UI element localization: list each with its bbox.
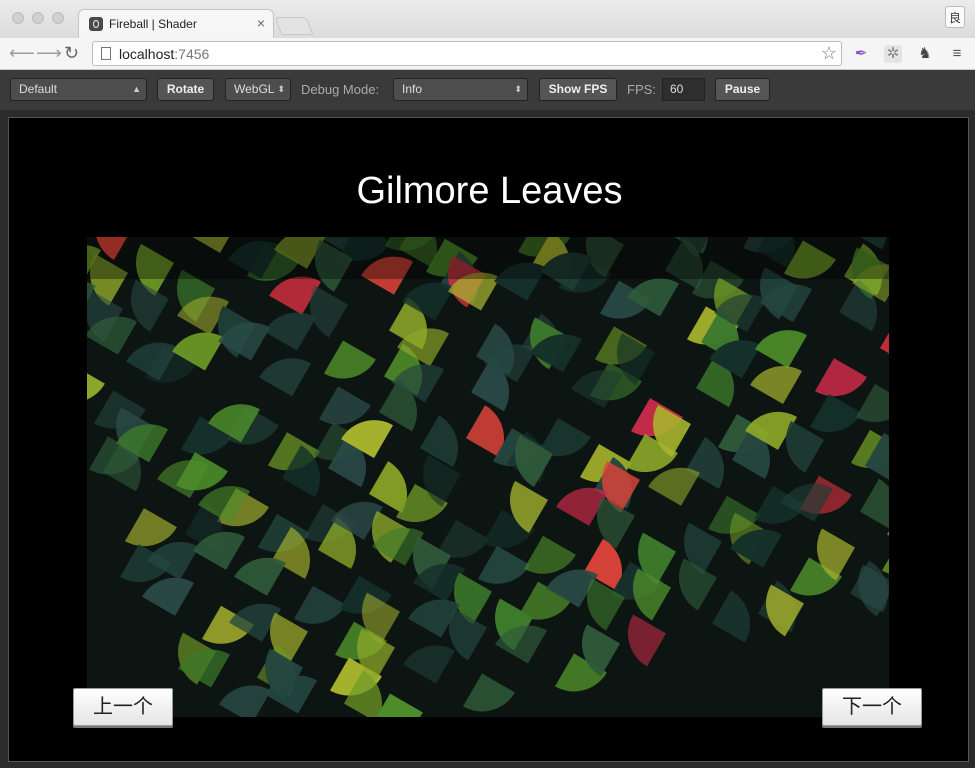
browser-toolbar: ⟵ ⟶ ↻ localhost:7456 ☆ ✒ ✲ ♞ ≡ [0,38,975,70]
game-canvas[interactable]: Gilmore Leaves 上一个 下一个 [8,117,969,762]
leaf-shape [679,558,717,611]
debug-mode-select[interactable]: Info ⬍ [393,78,528,101]
leaf-shape [860,478,889,531]
browser-titlebar: Fireball | Shader × 良 [0,0,975,39]
fps-input[interactable]: 60 [662,78,705,101]
browser-tab[interactable]: Fireball | Shader × [78,9,274,39]
leaf-shape [324,340,376,379]
select-arrows-icon: ▲ [132,84,141,94]
back-icon[interactable]: ⟵ [9,43,35,64]
debug-mode-label: Debug Mode: [301,82,380,97]
minimize-window-button[interactable] [32,12,44,24]
leaf-shape [712,590,750,643]
debug-mode-select-value: Info [402,82,423,96]
leaves-pattern [87,237,889,717]
leaf-shape [628,614,666,667]
scene-title: Gilmore Leaves [356,170,623,212]
leaf-shape [856,384,889,423]
leaf-shape [463,673,515,712]
profile-button[interactable]: 良 [945,6,965,28]
leaves-shader-image [87,237,889,717]
reload-icon[interactable]: ↻ [64,43,79,64]
react-icon[interactable]: ✲ [884,45,902,63]
app-toolbar: Default ▲ Rotate WebGL ⬍ Debug Mode: Inf… [0,70,975,110]
template-select-value: Default [19,82,58,96]
leaf-shape [87,364,105,403]
leaf-shape [259,358,311,397]
maximize-window-button[interactable] [52,12,64,24]
next-button[interactable]: 下一个 [822,688,922,726]
template-select[interactable]: Default ▲ [10,78,147,101]
leaf-shape [403,645,455,684]
leaf-shape [880,315,889,368]
renderer-select-value: WebGL [234,82,275,96]
shader-top-band [87,237,889,279]
tab-title: Fireball | Shader [109,17,197,31]
url-text[interactable]: localhost:7456 [119,46,209,62]
forward-icon[interactable]: ⟶ [36,43,62,64]
feather-icon[interactable]: ✒ [852,45,870,63]
show-fps-button[interactable]: Show FPS [539,78,617,101]
fps-label: FPS: [627,82,656,97]
select-arrows-icon: ⬍ [277,84,285,94]
rotate-button[interactable]: Rotate [157,78,214,101]
new-tab-button[interactable] [274,17,314,35]
fireball-favicon-icon [89,17,103,31]
page-icon [101,47,111,60]
tab-close-icon[interactable]: × [257,15,265,31]
star-icon[interactable]: ☆ [821,43,837,64]
address-bar[interactable]: localhost:7456 ☆ [92,41,842,66]
leaf-shape [755,330,807,369]
elephant-icon[interactable]: ♞ [916,45,934,63]
close-window-button[interactable] [12,12,24,24]
pause-button[interactable]: Pause [715,78,770,101]
menu-icon[interactable]: ≡ [948,45,966,63]
prev-button[interactable]: 上一个 [73,688,173,726]
renderer-select[interactable]: WebGL ⬍ [225,78,291,101]
select-arrows-icon: ⬍ [514,84,522,94]
